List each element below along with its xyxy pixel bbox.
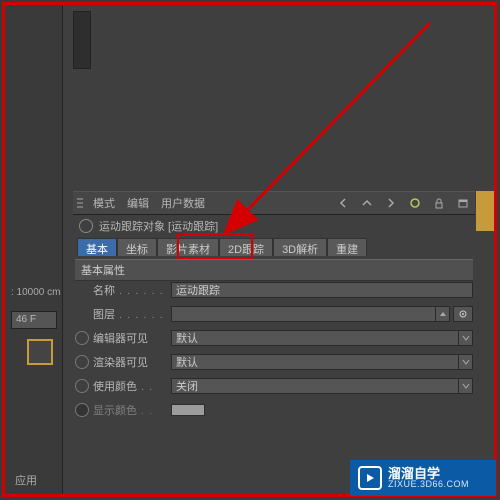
- prop-layer: 图层 . . . . . .: [75, 303, 473, 325]
- nav-up-icon[interactable]: [357, 193, 377, 213]
- layer-input[interactable]: [171, 306, 436, 322]
- object-title: 运动跟踪对象 [运动跟踪]: [99, 218, 218, 234]
- prop-name: 名称 . . . . . . 运动跟踪: [75, 279, 473, 301]
- viewport-strip: [73, 11, 91, 69]
- menu-mode[interactable]: 模式: [93, 195, 115, 211]
- lock-icon[interactable]: [429, 193, 449, 213]
- name-input[interactable]: 运动跟踪: [171, 282, 473, 298]
- display-color-toggle[interactable]: [75, 403, 89, 417]
- chevron-down-icon[interactable]: [459, 330, 473, 346]
- tab-basic[interactable]: 基本: [77, 238, 117, 256]
- chevron-down-icon[interactable]: [459, 354, 473, 370]
- tab-2d-tracking[interactable]: 2D跟踪: [219, 238, 273, 256]
- display-color-swatch: [171, 404, 205, 416]
- watermark-url: ZIXUE.3D66.COM: [388, 480, 469, 489]
- layer-dropdown-icon[interactable]: [436, 306, 450, 322]
- editor-vis-select[interactable]: 默认: [171, 330, 459, 346]
- object-header: 运动跟踪对象 [运动跟踪]: [73, 216, 475, 236]
- prop-render-visibility: 渲染器可见 默认: [75, 351, 473, 373]
- use-color-toggle[interactable]: [75, 379, 89, 393]
- attribute-tabs: 基本 坐标 影片素材 2D跟踪 3D解析 重建: [77, 238, 367, 256]
- prop-display-color: 显示颜色 . .: [75, 399, 473, 421]
- chevron-down-icon[interactable]: [459, 378, 473, 394]
- prop-use-color: 使用颜色 . . 关闭: [75, 375, 473, 397]
- section-basic-props: 基本属性: [75, 259, 473, 281]
- use-color-select[interactable]: 关闭: [171, 378, 459, 394]
- tab-footage[interactable]: 影片素材: [157, 238, 219, 256]
- prop-editor-visibility: 编辑器可见 默认: [75, 327, 473, 349]
- nav-back-icon[interactable]: [333, 193, 353, 213]
- properties-panel: 名称 . . . . . . 运动跟踪 图层 . . . . . . 编辑器可见…: [75, 279, 473, 423]
- render-vis-toggle[interactable]: [75, 355, 89, 369]
- prefs-icon[interactable]: [405, 193, 425, 213]
- screenshot-frame: : 10000 cm 46 F 应用 模式 编辑 用户数据 运动: [2, 2, 497, 497]
- material-thumb[interactable]: [27, 339, 53, 365]
- render-vis-select[interactable]: 默认: [171, 354, 459, 370]
- editor-vis-toggle[interactable]: [75, 331, 89, 345]
- new-window-icon[interactable]: [453, 193, 473, 213]
- frame-field[interactable]: 46 F: [11, 311, 57, 329]
- menu-userdata[interactable]: 用户数据: [161, 195, 205, 211]
- right-dock-tab[interactable]: [476, 191, 494, 231]
- tab-3d-solve[interactable]: 3D解析: [273, 238, 327, 256]
- menu-edit[interactable]: 编辑: [127, 195, 149, 211]
- drag-grip-icon[interactable]: [73, 192, 87, 214]
- attribute-toolbar: 模式 编辑 用户数据: [73, 191, 475, 215]
- tab-coord[interactable]: 坐标: [117, 238, 157, 256]
- play-icon: [358, 466, 382, 490]
- apply-button[interactable]: 应用: [15, 472, 37, 488]
- motion-tracker-icon: [79, 219, 93, 233]
- layer-picker-icon[interactable]: [453, 306, 473, 322]
- nav-forward-icon[interactable]: [381, 193, 401, 213]
- tab-rebuild[interactable]: 重建: [327, 238, 367, 256]
- coord-readout: : 10000 cm: [11, 287, 60, 298]
- left-panel: : 10000 cm 46 F 应用: [5, 5, 63, 494]
- watermark: 溜溜自学 ZIXUE.3D66.COM: [350, 460, 496, 496]
